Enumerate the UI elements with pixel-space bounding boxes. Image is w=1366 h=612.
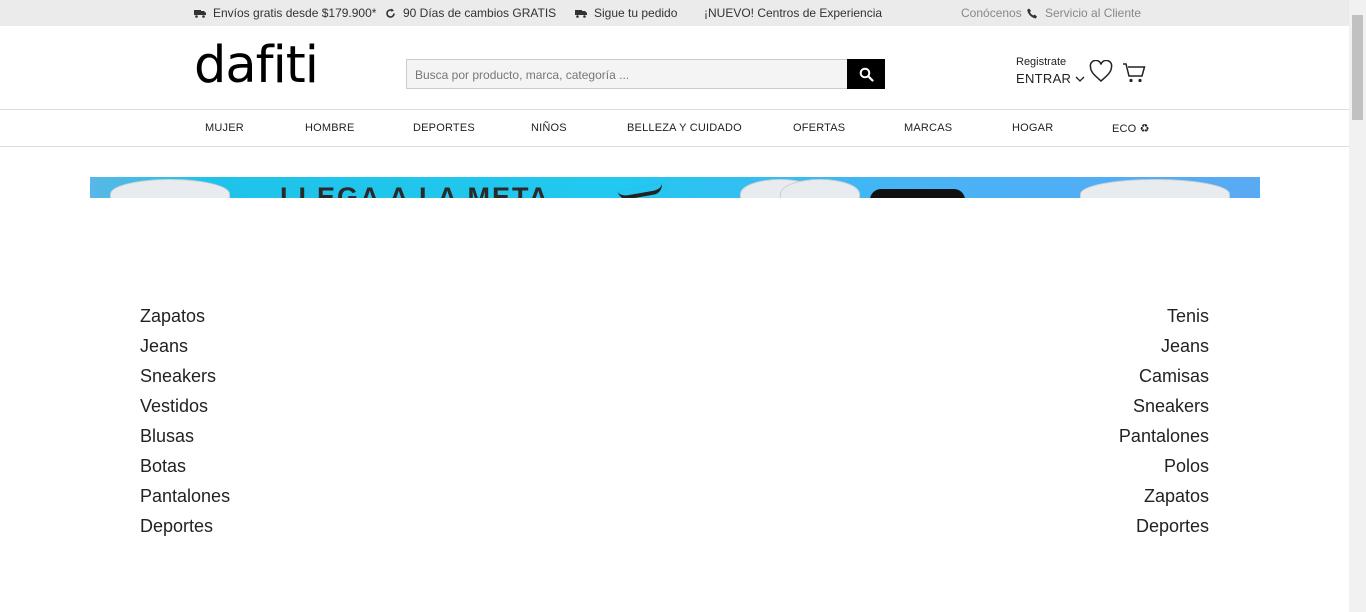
banner-cta-button[interactable]	[870, 189, 965, 198]
search-input[interactable]: Busca por producto, marca, categoría ...	[406, 59, 848, 89]
nav-item-marcas[interactable]: MARCAS	[904, 122, 952, 134]
search-icon	[859, 67, 874, 82]
experience-centers-link[interactable]: ¡NUEVO! Centros de Experiencia	[704, 6, 882, 20]
category-link[interactable]: Zapatos	[1119, 481, 1209, 511]
nav-item-deportes[interactable]: DEPORTES	[413, 122, 475, 134]
about-link[interactable]: Conócenos	[961, 6, 1022, 20]
page-scrollbar[interactable]	[1349, 0, 1366, 612]
dafiti-logo[interactable]: dafiti	[194, 40, 319, 91]
wishlist-button[interactable]	[1089, 59, 1113, 88]
nav-item-ninos[interactable]: NIÑOS	[531, 122, 567, 134]
category-link[interactable]: Zapatos	[140, 301, 230, 331]
category-link[interactable]: Deportes	[1119, 511, 1209, 541]
nav-item-hogar[interactable]: HOGAR	[1012, 122, 1053, 134]
customer-service-link[interactable]: Servicio al Cliente	[1027, 6, 1141, 20]
track-order-text: Sigue tu pedido	[594, 6, 678, 20]
cart-icon	[1123, 63, 1146, 83]
returns-link[interactable]: 90 Días de cambios GRATIS	[385, 6, 556, 20]
main-navigation: MUJER HOMBRE DEPORTES NIÑOS BELLEZA Y CU…	[0, 110, 1349, 147]
customer-service-text: Servicio al Cliente	[1045, 6, 1142, 20]
top-info-bar: Envíos gratis desde $179.900* 90 Días de…	[0, 0, 1349, 26]
banner-headline: LLEGA A LA META	[280, 182, 550, 198]
category-link[interactable]: Deportes	[140, 511, 230, 541]
track-order-link[interactable]: Sigue tu pedido	[575, 6, 677, 20]
search-button[interactable]	[847, 59, 885, 89]
category-link[interactable]: Tenis	[1119, 301, 1209, 331]
category-link[interactable]: Sneakers	[1119, 391, 1209, 421]
promo-banner[interactable]: LLEGA A LA META	[90, 177, 1260, 198]
nav-item-hombre[interactable]: HOMBRE	[305, 122, 354, 134]
category-link[interactable]: Camisas	[1119, 361, 1209, 391]
nav-item-belleza[interactable]: BELLEZA Y CUIDADO	[627, 122, 742, 134]
scrollbar-thumb[interactable]	[1352, 15, 1363, 120]
account-menu[interactable]: Registrate ENTRAR	[1016, 57, 1086, 85]
chevron-down-icon	[1075, 76, 1085, 82]
cart-button[interactable]	[1122, 62, 1146, 89]
truck-icon	[575, 9, 587, 18]
login-label: ENTRAR	[1016, 71, 1072, 86]
popular-categories-right: Tenis Jeans Camisas Sneakers Pantalones …	[1119, 301, 1209, 541]
category-link[interactable]: Pantalones	[1119, 421, 1209, 451]
category-link[interactable]: Botas	[140, 451, 230, 481]
category-link[interactable]: Jeans	[1119, 331, 1209, 361]
banner-shoe-image	[110, 179, 230, 198]
brand-swoosh-logo	[617, 183, 664, 198]
returns-text: 90 Días de cambios GRATIS	[403, 6, 557, 20]
category-link[interactable]: Sneakers	[140, 361, 230, 391]
category-link[interactable]: Vestidos	[140, 391, 230, 421]
nav-item-eco[interactable]: ECO ♻	[1112, 122, 1150, 135]
heart-icon	[1089, 59, 1113, 82]
category-link[interactable]: Polos	[1119, 451, 1209, 481]
banner-shoe-image	[1080, 179, 1230, 198]
register-link[interactable]: Registrate	[1016, 57, 1086, 68]
refresh-icon	[386, 8, 395, 18]
popular-categories-left: Zapatos Jeans Sneakers Vestidos Blusas B…	[140, 301, 230, 541]
free-shipping-link[interactable]: Envíos gratis desde $179.900*	[194, 6, 376, 20]
about-text: Conócenos	[961, 6, 1022, 20]
phone-icon	[1027, 8, 1037, 18]
site-header: dafiti Busca por producto, marca, catego…	[0, 26, 1349, 110]
nav-item-mujer[interactable]: MUJER	[205, 122, 244, 134]
category-link[interactable]: Jeans	[140, 331, 230, 361]
category-link[interactable]: Pantalones	[140, 481, 230, 511]
experience-centers-text: ¡NUEVO! Centros de Experiencia	[704, 6, 883, 20]
free-shipping-text: Envíos gratis desde $179.900*	[213, 6, 377, 20]
truck-icon	[194, 9, 206, 18]
category-link[interactable]: Blusas	[140, 421, 230, 451]
nav-item-ofertas[interactable]: OFERTAS	[793, 122, 845, 134]
login-dropdown[interactable]: ENTRAR	[1016, 72, 1086, 85]
